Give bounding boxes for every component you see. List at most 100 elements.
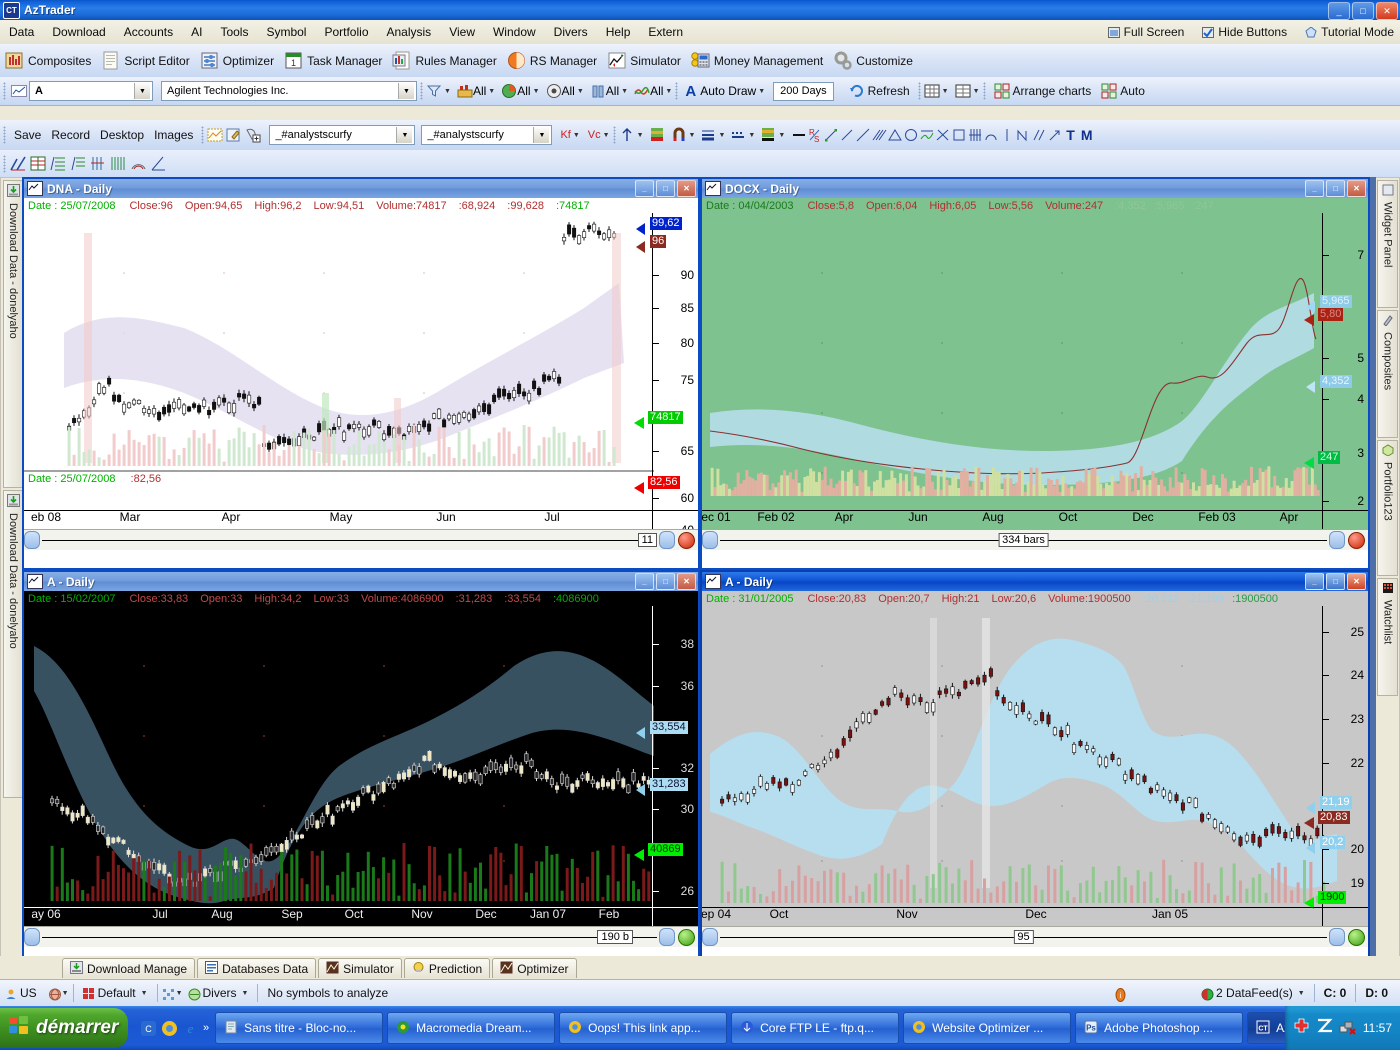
images-button[interactable]: Images — [149, 121, 198, 149]
grid2-arrow[interactable]: ▼ — [973, 88, 980, 95]
start-button[interactable]: démarrer — [0, 1008, 128, 1048]
chart-window-a-dark[interactable]: A - Daily _ □ ✕ Date : 15/02/2007 Close:… — [22, 570, 700, 967]
chart-window-docx-plot[interactable]: 7 5 4 3 2 5,965 5,80 4,352 247 ec 01 Feb… — [702, 213, 1368, 550]
save-button[interactable]: Save — [9, 121, 46, 149]
fan-lines-icon[interactable] — [871, 127, 887, 143]
auto-draw-arrow[interactable]: ▼ — [758, 88, 765, 95]
rs-ratio-icon[interactable]: RS — [807, 127, 823, 144]
color-palette-icon[interactable] — [649, 127, 665, 143]
docx-minimize-button[interactable]: _ — [1305, 180, 1324, 197]
filter-icon[interactable] — [426, 83, 442, 99]
menu-symbol[interactable]: Symbol — [257, 22, 315, 42]
wave-icon[interactable] — [634, 83, 650, 99]
dna-close-button[interactable]: ✕ — [677, 180, 696, 197]
company-combo-arrow[interactable]: ▼ — [398, 83, 414, 99]
dna-record-button[interactable] — [678, 531, 695, 549]
chart-type-2-icon[interactable] — [29, 154, 49, 174]
task-manager-button[interactable]: 1 Task Manager — [279, 47, 387, 75]
sidebar-tab-widget-panel[interactable]: Widget Panel — [1377, 180, 1398, 308]
task-dreamweaver[interactable]: Macromedia Dream... — [387, 1012, 556, 1044]
sidebar-tab-download-data-1[interactable]: Download Data - donelyaho — [3, 180, 23, 488]
dna-minimize-button[interactable]: _ — [635, 180, 654, 197]
a-grey-scroll-left-knob[interactable] — [702, 928, 718, 946]
edit-sheet-icon[interactable] — [226, 127, 242, 143]
menu-tools[interactable]: Tools — [211, 22, 257, 42]
bottom-tab-databases-data[interactable]: Databases Data — [197, 958, 317, 978]
arc-icon[interactable] — [983, 127, 999, 143]
a-grey-minimize-button[interactable]: _ — [1305, 573, 1324, 590]
arrow-up-icon[interactable] — [619, 127, 635, 143]
indicator2-combo[interactable]: _#analystscurfy ▼ — [421, 125, 553, 145]
bottom-tab-download-manage[interactable]: Download Manage — [62, 958, 196, 978]
money-management-button[interactable]: Money Management — [686, 47, 828, 75]
info-icon[interactable]: i — [1114, 987, 1126, 1002]
line-width-arrow[interactable]: ▼ — [718, 132, 725, 139]
minimize-button[interactable]: _ — [1328, 2, 1350, 20]
chart-window-a-dark-plot[interactable]: 38 36 32 30 26 24 33,554 31,283 40869 ay… — [24, 606, 698, 947]
menu-window[interactable]: Window — [484, 22, 545, 42]
task-chrome-oops[interactable]: Oops! This link app... — [559, 1012, 728, 1044]
chart-type-4-icon[interactable] — [69, 154, 89, 174]
sector-dropdown-arrow[interactable]: ▼ — [533, 88, 540, 95]
indicator1-arrow[interactable]: ▼ — [396, 127, 413, 143]
globe-icon[interactable] — [48, 988, 61, 1001]
desktop-button[interactable]: Desktop — [95, 121, 149, 149]
menu-analysis[interactable]: Analysis — [378, 22, 441, 42]
health-icon[interactable] — [1293, 1018, 1310, 1038]
close-button[interactable]: ✕ — [1376, 2, 1398, 20]
divers-selector[interactable]: Divers ▼ — [183, 986, 254, 1000]
chart-window-a-grey-plot[interactable]: 25 24 23 22 20 19 21,19 20,83 20,2 1900 — [702, 606, 1368, 947]
menu-data[interactable]: Data — [0, 22, 43, 42]
dna-scroll-right-knob[interactable] — [659, 531, 675, 549]
network-icon[interactable] — [1339, 1018, 1357, 1038]
rectangle-icon[interactable] — [951, 127, 967, 143]
bottom-tab-simulator[interactable]: Simulator — [318, 958, 402, 978]
sidebar-tab-watchlist[interactable]: Watchlist — [1377, 578, 1398, 696]
chart-window-dna-scrollbar[interactable]: 11 — [24, 529, 698, 550]
a-dark-close-button[interactable]: ✕ — [677, 573, 696, 590]
pitchfork-icon[interactable] — [935, 127, 951, 143]
magnet-arrow[interactable]: ▼ — [689, 132, 696, 139]
grid-icon[interactable] — [924, 83, 940, 99]
optimizer-button[interactable]: Optimizer — [195, 47, 279, 75]
ray-icon[interactable] — [855, 127, 871, 143]
period-field[interactable]: 200 Days — [773, 81, 834, 101]
chart-small-icon[interactable] — [11, 83, 27, 99]
docx-scroll-track[interactable]: 334 bars — [720, 533, 1327, 547]
simulator-button[interactable]: Simulator — [602, 47, 686, 75]
dots-icon[interactable] — [162, 988, 174, 1000]
menu-view[interactable]: View — [440, 22, 484, 42]
vertical-line-icon[interactable] — [999, 127, 1015, 143]
chart-window-docx[interactable]: DOCX - Daily _ □ ✕ Date : 04/04/2003 Clo… — [700, 177, 1370, 570]
docx-scroll-left-knob[interactable] — [702, 531, 718, 549]
grid1-arrow[interactable]: ▼ — [942, 88, 949, 95]
magnet-icon[interactable] — [671, 127, 687, 143]
chart-window-a-dark-scrollbar[interactable]: 190 b — [24, 926, 698, 947]
a-grey-scroll-right-knob[interactable] — [1329, 928, 1345, 946]
line-tool-icon[interactable] — [791, 127, 807, 143]
chart-window-a-dark-titlebar[interactable]: A - Daily _ □ ✕ — [24, 572, 698, 591]
kf-button[interactable]: Kf — [560, 129, 570, 141]
chart-window-dna-titlebar[interactable]: DNA - Daily _ □ ✕ — [24, 179, 698, 198]
rules-manager-button[interactable]: Rules Manager — [387, 47, 501, 75]
rs-manager-button[interactable]: RS Manager — [502, 47, 602, 75]
chart-type-8-icon[interactable] — [149, 154, 169, 174]
record-button[interactable]: Record — [46, 121, 95, 149]
filter-dropdown-arrow[interactable]: ▼ — [444, 88, 451, 95]
a-grey-scroll-track[interactable]: 95 — [720, 930, 1327, 944]
line-width-icon[interactable] — [700, 127, 716, 143]
auto-draw-label[interactable]: Auto Draw — [700, 84, 756, 98]
grid-icon-2[interactable] — [955, 83, 971, 99]
a-dark-minimize-button[interactable]: _ — [635, 573, 654, 590]
sidebar-tab-portfolio123[interactable]: Portfolio123 — [1377, 440, 1398, 576]
bottom-tab-prediction[interactable]: Prediction — [403, 958, 491, 978]
script-editor-button[interactable]: Script Editor — [96, 47, 194, 75]
hide-buttons-button[interactable]: Hide Buttons — [1202, 25, 1287, 39]
maximize-button[interactable]: □ — [1352, 2, 1374, 20]
layout-selector[interactable]: Default ▼ — [78, 986, 153, 1000]
chevron-right-icon[interactable]: » — [203, 1022, 209, 1034]
globe-arrow[interactable]: ▼ — [62, 990, 69, 997]
industry-icon[interactable] — [457, 83, 473, 99]
trend-line-icon[interactable] — [839, 127, 855, 143]
indicator1-combo[interactable]: _#analystscurfy ▼ — [269, 125, 416, 145]
